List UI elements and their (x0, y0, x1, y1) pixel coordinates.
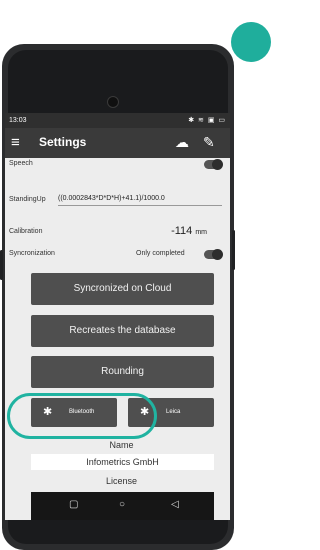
power-button (232, 230, 235, 270)
calibration-label: Calibration (9, 228, 43, 235)
cloud-download-icon[interactable]: ☁ (175, 134, 189, 151)
sync-cloud-button[interactable]: Syncronized on Cloud (31, 273, 214, 305)
nav-bar: ▢ ○ ◁ (31, 492, 214, 520)
save-edit-icon[interactable]: ✎ (203, 134, 215, 151)
standingup-input[interactable]: ((0.0002843*D*D*H)+41.1)/1000.0 (58, 192, 222, 206)
sync-value: Only completed (136, 250, 185, 257)
sync-toggle[interactable] (204, 249, 223, 260)
calibration-unit: mm (195, 229, 207, 236)
name-label: Name (109, 440, 134, 450)
license-label[interactable]: License (0, 476, 243, 486)
back-icon[interactable]: ◁ (171, 499, 179, 510)
app-bar: ≡ Settings ☁ ✎ (5, 128, 230, 158)
toggle-knob (212, 249, 223, 260)
highlight-ring (7, 393, 157, 439)
home-icon[interactable]: ○ (119, 499, 125, 510)
standingup-label: StandingUp (9, 196, 46, 203)
front-camera (107, 96, 119, 108)
recent-apps-icon[interactable]: ▢ (69, 499, 78, 510)
leica-label: Leica (166, 409, 181, 415)
volume-button (0, 250, 3, 280)
calibration-number: -114 (171, 225, 193, 237)
status-bar: 13:03 ✱ ≋ ▣ ▭ (5, 113, 230, 128)
status-time: 13:03 (9, 117, 27, 124)
calibration-value[interactable]: -114 mm (171, 225, 207, 237)
page-title: Settings (39, 135, 87, 149)
recreate-db-button[interactable]: Recreates the database (31, 315, 214, 347)
toggle-knob (212, 159, 223, 170)
status-icons: ✱ ≋ ▣ ▭ (188, 117, 226, 124)
sync-label: Syncronization (9, 250, 55, 257)
decorative-circle (231, 22, 271, 62)
speech-label: Speech (9, 160, 33, 167)
menu-icon[interactable]: ≡ (11, 134, 20, 152)
rounding-button[interactable]: Rounding (31, 356, 214, 388)
speech-toggle[interactable] (204, 159, 223, 170)
name-field[interactable]: Infometrics GmbH (31, 454, 214, 470)
